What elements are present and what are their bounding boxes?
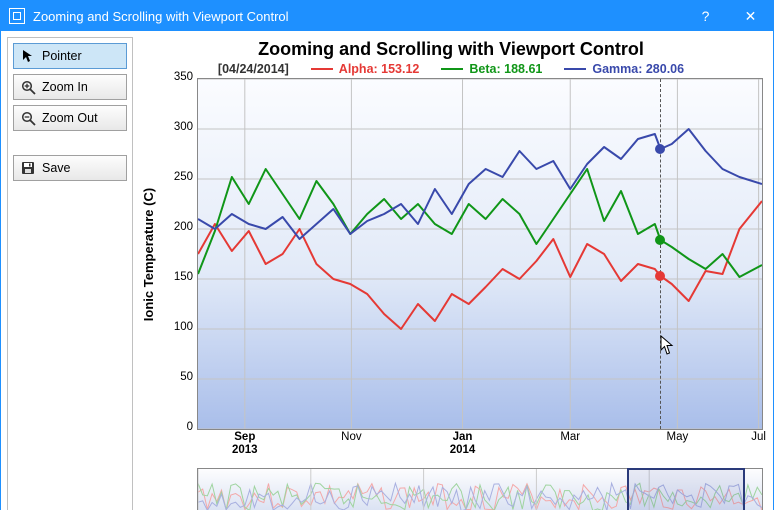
save-label: Save [42, 161, 71, 175]
beta-swatch [441, 68, 463, 70]
x-tick-labels: Sep2013NovJan2014MarMayJul [198, 431, 762, 463]
zoom-in-label: Zoom In [42, 80, 88, 94]
gamma-swatch [564, 68, 586, 70]
chart-area: Zooming and Scrolling with Viewport Cont… [139, 31, 773, 510]
cursor-line [660, 79, 661, 429]
toolbox-panel: Pointer Zoom In Zoom Out Save [7, 37, 133, 510]
app-icon [9, 8, 25, 24]
main-plot[interactable]: Sep2013NovJan2014MarMayJul [197, 78, 763, 430]
gamma-marker [655, 144, 665, 154]
pointer-icon [20, 48, 36, 64]
zoom-in-button[interactable]: Zoom In [13, 74, 127, 100]
zoom-out-icon [20, 110, 36, 126]
beta-marker [655, 235, 665, 245]
plot-svg [198, 79, 762, 429]
save-icon [20, 160, 36, 176]
help-button[interactable]: ? [683, 1, 728, 31]
legend-gamma: Gamma: 280.06 [592, 62, 684, 76]
zoom-out-button[interactable]: Zoom Out [13, 105, 127, 131]
legend-alpha: Alpha: 153.12 [339, 62, 420, 76]
zoom-in-icon [20, 79, 36, 95]
viewport-control[interactable]: 20102011201220132014 [197, 468, 763, 510]
save-button[interactable]: Save [13, 155, 127, 181]
y-axis-label: Ionic Temperature (C) [139, 78, 159, 430]
pointer-label: Pointer [42, 49, 82, 63]
chart-legend: [04/24/2014] Alpha: 153.12 Beta: 188.61 … [139, 62, 763, 76]
zoom-out-label: Zoom Out [42, 111, 98, 125]
alpha-marker [655, 271, 665, 281]
chart-title: Zooming and Scrolling with Viewport Cont… [139, 39, 763, 60]
pointer-button[interactable]: Pointer [13, 43, 127, 69]
cursor-date: [04/24/2014] [218, 62, 289, 76]
alpha-swatch [311, 68, 333, 70]
legend-beta: Beta: 188.61 [469, 62, 542, 76]
mouse-cursor-icon [660, 335, 674, 355]
viewport-selection[interactable] [627, 468, 745, 510]
close-button[interactable]: ✕ [728, 1, 773, 31]
titlebar[interactable]: Zooming and Scrolling with Viewport Cont… [1, 1, 773, 31]
y-tick-labels: 050100150200250300350 [159, 78, 197, 430]
window-title: Zooming and Scrolling with Viewport Cont… [33, 9, 683, 24]
